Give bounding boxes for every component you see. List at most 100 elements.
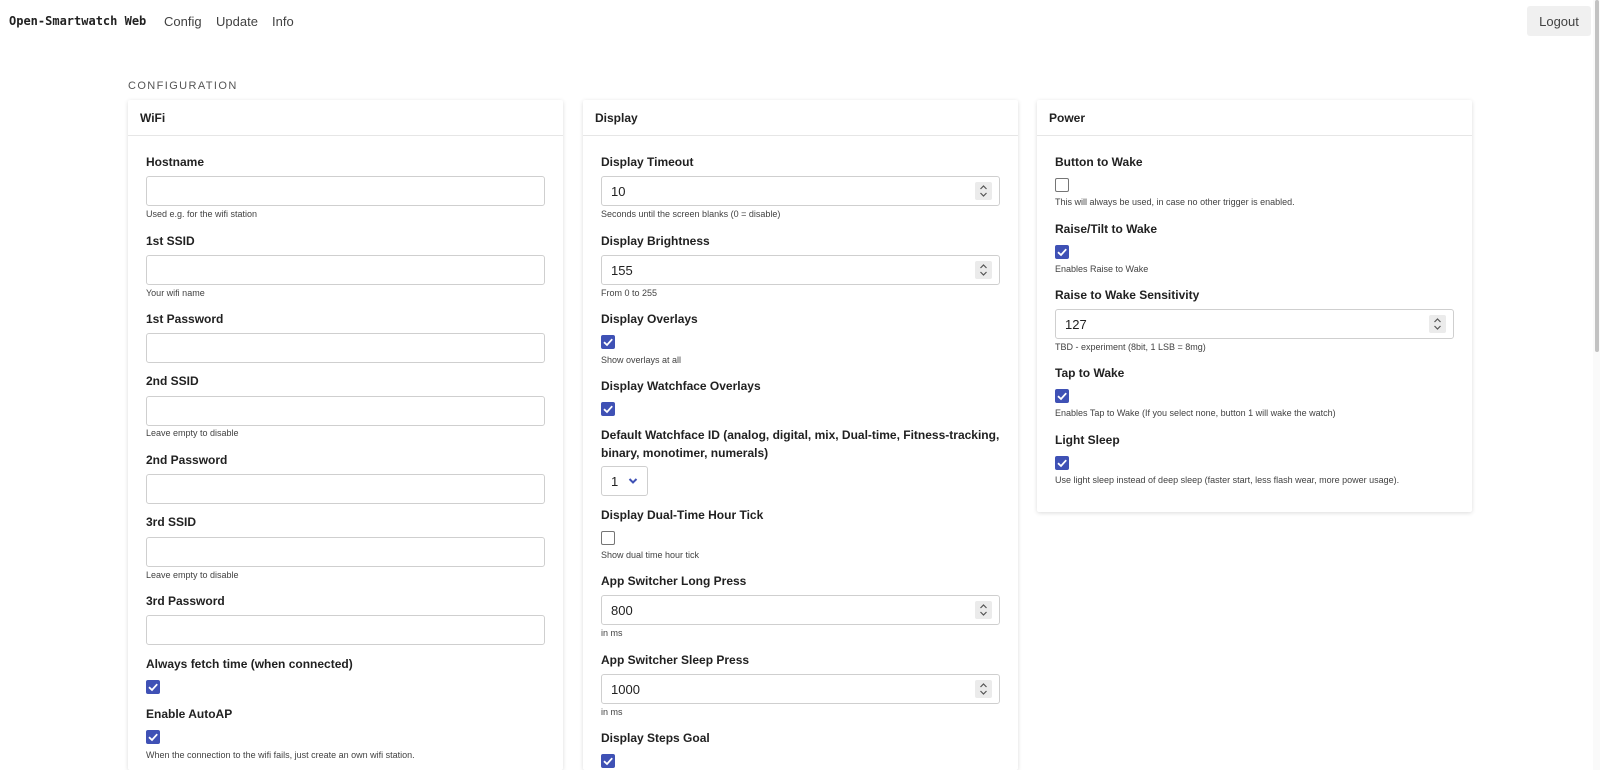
hostname-input[interactable] [146,176,545,206]
power-card-title: Power [1037,100,1472,136]
display-card: Display Display Timeout 10 Seconds until… [583,100,1018,770]
default-watchface-value: 1 [611,474,619,489]
long-press-spinner[interactable] [975,601,992,619]
sleep-press-spinner[interactable] [975,680,992,698]
check-icon [148,733,158,742]
dual-time-tick-checkbox[interactable] [601,531,615,545]
brightness-input[interactable]: 155 [601,255,1000,285]
raise-sensitivity-input[interactable]: 127 [1055,309,1454,339]
password2-label: 2nd Password [146,453,228,467]
sleep-press-label: App Switcher Sleep Press [601,653,750,667]
dual-time-tick-hint: Show dual time hour tick [601,550,700,560]
raise-wake-hint: Enables Raise to Wake [1055,264,1149,274]
section-title: CONFIGURATION [128,80,238,92]
brightness-hint: From 0 to 255 [601,288,658,298]
brightness-label: Display Brightness [601,234,710,248]
nav-link-config[interactable]: Config [164,14,202,29]
default-watchface-select[interactable]: 1 [601,466,648,496]
spinner-arrows-icon [980,185,987,197]
long-press-label: App Switcher Long Press [601,574,747,588]
ssid1-label: 1st SSID [146,234,195,248]
spinner-arrows-icon [980,604,987,616]
password2-input[interactable] [146,474,545,504]
check-icon [603,405,613,414]
check-icon [1057,248,1067,257]
sleep-press-hint: in ms [601,707,623,717]
spinner-arrows-icon [980,683,987,695]
password3-label: 3rd Password [146,594,225,608]
dual-time-tick-label: Display Dual-Time Hour Tick [601,508,764,522]
default-watchface-label-line1: Default Watchface ID (analog, digital, m… [601,428,1000,442]
ssid1-input[interactable] [146,255,545,285]
password1-input[interactable] [146,333,545,363]
button-wake-hint: This will always be used, in case no oth… [1055,197,1295,207]
raise-wake-label: Raise/Tilt to Wake [1055,222,1158,236]
tap-wake-label: Tap to Wake [1055,366,1125,380]
raise-sensitivity-hint: TBD - experiment (8bit, 1 LSB = 8mg) [1055,342,1206,352]
ssid2-input[interactable] [146,396,545,426]
timeout-value: 10 [611,184,626,199]
long-press-value: 800 [611,603,633,618]
steps-goal-label: Display Steps Goal [601,731,710,745]
long-press-input[interactable]: 800 [601,595,1000,625]
raise-sensitivity-spinner[interactable] [1429,315,1446,333]
watchface-overlays-checkbox[interactable] [601,402,615,416]
autoap-label: Enable AutoAP [146,707,233,721]
brand-title[interactable]: Open-Smartwatch Web [9,14,146,28]
light-sleep-hint: Use light sleep instead of deep sleep (f… [1055,475,1400,485]
overlays-label: Display Overlays [601,312,698,326]
check-icon [603,338,613,347]
password3-input[interactable] [146,615,545,645]
sleep-press-value: 1000 [611,682,640,697]
fetch-time-label: Always fetch time (when connected) [146,657,353,671]
check-icon [603,757,613,766]
password1-label: 1st Password [146,312,224,326]
hostname-hint: Used e.g. for the wifi station [146,209,258,219]
light-sleep-checkbox[interactable] [1055,456,1069,470]
check-icon [1057,459,1067,468]
wifi-card: WiFi Hostname Used e.g. for the wifi sta… [128,100,563,770]
timeout-input[interactable]: 10 [601,176,1000,206]
brightness-value: 155 [611,263,633,278]
ssid3-input[interactable] [146,537,545,567]
brightness-spinner[interactable] [975,261,992,279]
logout-button[interactable]: Logout [1527,6,1591,36]
overlays-hint: Show overlays at all [601,355,682,365]
ssid3-label: 3rd SSID [146,515,197,529]
autoap-hint: When the connection to the wifi fails, j… [146,750,415,760]
raise-wake-checkbox[interactable] [1055,245,1069,259]
raise-sensitivity-value: 127 [1065,317,1087,332]
tap-wake-checkbox[interactable] [1055,389,1069,403]
top-navbar: Open-Smartwatch Web Config Update Info L… [0,0,1600,43]
autoap-checkbox[interactable] [146,730,160,744]
sleep-press-input[interactable]: 1000 [601,674,1000,704]
steps-goal-checkbox[interactable] [601,754,615,768]
scrollbar-thumb[interactable] [1595,0,1599,352]
timeout-hint: Seconds until the screen blanks (0 = dis… [601,209,781,219]
fetch-time-checkbox[interactable] [146,680,160,694]
check-icon [148,683,158,692]
nav-link-update[interactable]: Update [216,14,258,29]
button-wake-checkbox[interactable] [1055,178,1069,192]
light-sleep-label: Light Sleep [1055,433,1120,447]
check-icon [1057,392,1067,401]
timeout-spinner[interactable] [975,182,992,200]
long-press-hint: in ms [601,628,623,638]
ssid2-hint: Leave empty to disable [146,428,239,438]
timeout-label: Display Timeout [601,155,694,169]
chevron-down-icon [628,478,638,484]
ssid1-hint: Your wifi name [146,288,205,298]
nav-link-info[interactable]: Info [272,14,294,29]
display-card-title: Display [583,100,1018,136]
default-watchface-label-line2: binary, monotimer, numerals) [601,446,769,460]
overlays-checkbox[interactable] [601,335,615,349]
ssid2-label: 2nd SSID [146,374,199,388]
hostname-label: Hostname [146,155,205,169]
spinner-arrows-icon [1434,318,1441,330]
default-watchface-label: Default Watchface ID (analog, digital, m… [601,426,999,462]
spinner-arrows-icon [980,264,987,276]
tap-wake-hint: Enables Tap to Wake (If you select none,… [1055,408,1336,418]
wifi-card-title: WiFi [128,100,563,136]
raise-sensitivity-label: Raise to Wake Sensitivity [1055,288,1200,302]
power-card: Power Button to Wake This will always be… [1037,100,1472,512]
